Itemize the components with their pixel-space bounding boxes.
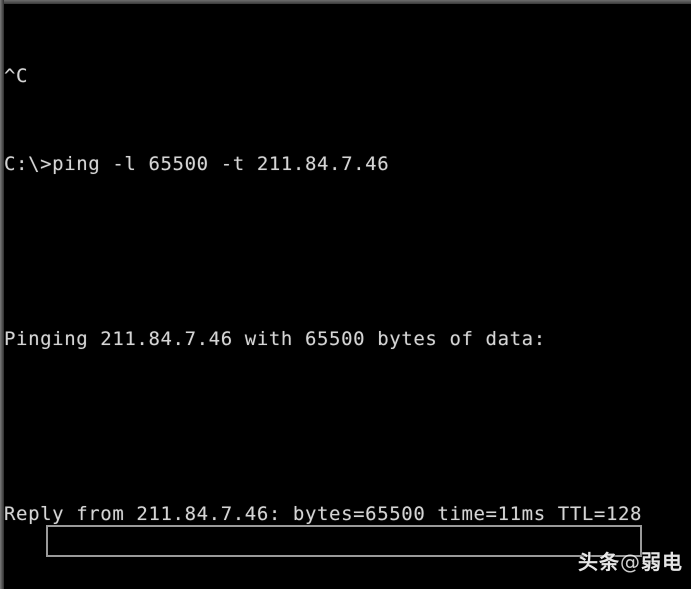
image-watermark: 头条@弱电 bbox=[578, 546, 683, 575]
watermark-suffix: 弱电 bbox=[641, 550, 683, 574]
console-reply-line: Reply from 211.84.7.46: bytes=65500 time… bbox=[4, 503, 643, 526]
console-pinging-line: Pinging 211.84.7.46 with 65500 bytes of … bbox=[4, 328, 546, 351]
console-output-area[interactable]: ^C C:\>ping -l 65500 -t 211.84.7.46 Ping… bbox=[4, 4, 691, 589]
console-command-line: C:\>ping -l 65500 -t 211.84.7.46 bbox=[4, 153, 390, 175]
watermark-prefix: 头条 bbox=[578, 550, 620, 574]
console-window: ^C C:\>ping -l 65500 -t 211.84.7.46 Ping… bbox=[0, 0, 691, 589]
watermark-at-symbol: @ bbox=[620, 550, 641, 574]
console-line: ^C bbox=[4, 65, 29, 88]
